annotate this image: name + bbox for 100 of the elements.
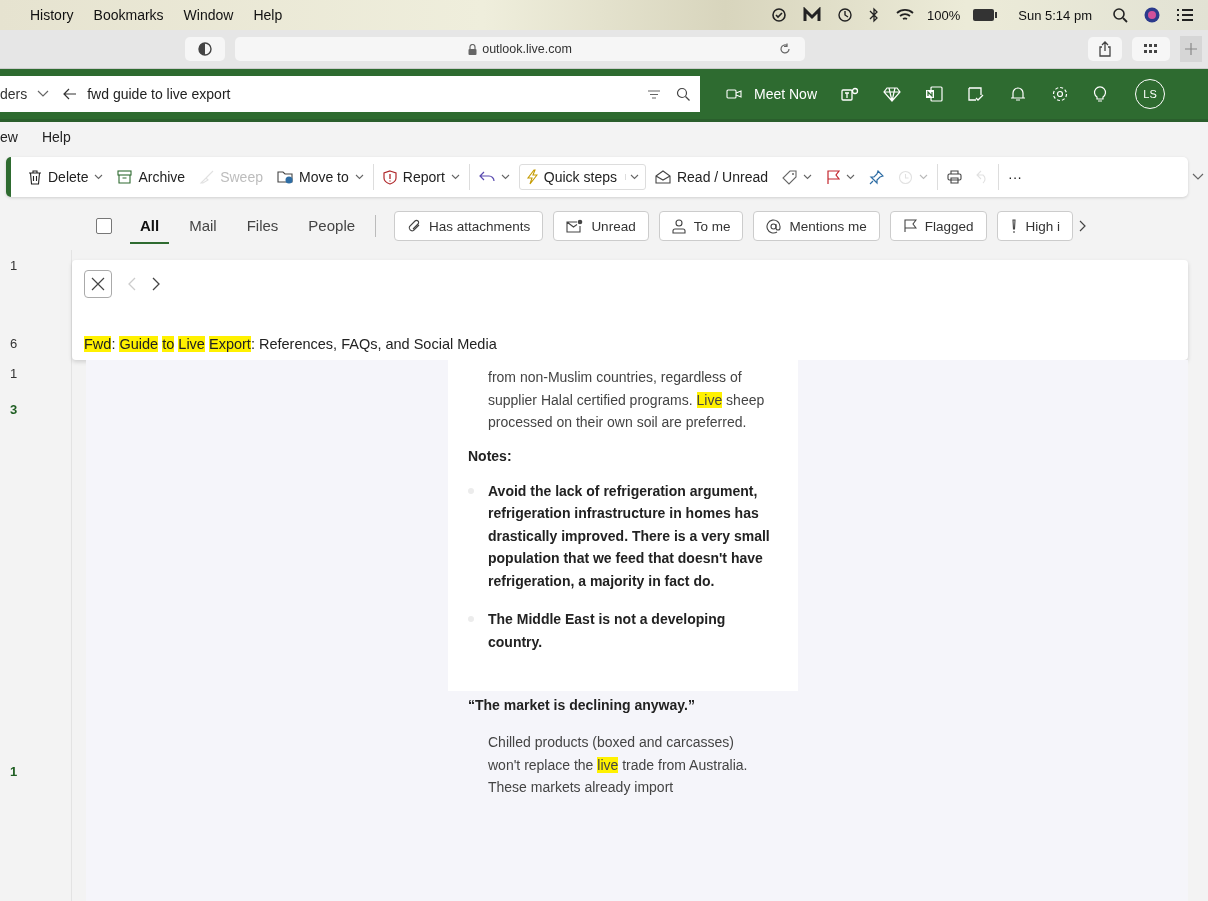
filter-tab[interactable]: Mail bbox=[179, 208, 227, 244]
ribbon-button[interactable]: Report bbox=[377, 165, 465, 189]
note-item: The Middle East is not a developing country. bbox=[488, 610, 727, 652]
at-sign-icon bbox=[766, 218, 782, 234]
url-text: outlook.live.com bbox=[482, 42, 572, 56]
share-button[interactable] bbox=[1088, 37, 1122, 61]
notes-heading: Notes: bbox=[468, 447, 513, 464]
bluetooth-icon[interactable] bbox=[869, 7, 880, 23]
body-paragraph: Chilled products (boxed and carcasses) won't replace the live trade from Australia. These markets already import bbox=[488, 733, 749, 797]
unread-count: 3 bbox=[10, 402, 19, 418]
close-button[interactable] bbox=[84, 270, 112, 298]
ribbon-button[interactable]: Quick steps bbox=[518, 164, 646, 190]
search-query: fwd guide to live export bbox=[87, 86, 231, 102]
privacy-button[interactable] bbox=[185, 37, 225, 61]
ribbon-button[interactable]: Read / Unread bbox=[649, 165, 773, 189]
filter-chip[interactable]: Unread bbox=[553, 211, 649, 241]
search-icon[interactable] bbox=[676, 87, 690, 101]
menu-item[interactable]: Help bbox=[247, 7, 289, 23]
filter-chip[interactable]: High i bbox=[996, 211, 1074, 241]
filter-tab[interactable]: Files bbox=[236, 208, 289, 244]
share-icon bbox=[1098, 41, 1112, 57]
body-paragraph: from non-Muslim countries, regardless of supplier Halal certified programs. Live sheep processed on their own soil are preferred. bbox=[488, 368, 766, 432]
m-logo-icon[interactable] bbox=[803, 7, 822, 23]
battery-percentage: 100% bbox=[927, 7, 961, 23]
pin-icon bbox=[869, 169, 884, 185]
ribbon-button[interactable]: ··· bbox=[1003, 165, 1027, 189]
lightbulb-icon[interactable] bbox=[1093, 85, 1108, 103]
ribbon-button[interactable]: Delete bbox=[23, 165, 109, 189]
filter-chip[interactable]: Has attachments bbox=[394, 211, 544, 241]
filter-chip[interactable]: Mentions me bbox=[753, 211, 880, 241]
clock[interactable]: Sun 5:14 pm bbox=[1018, 7, 1092, 23]
check-circle-icon[interactable] bbox=[771, 7, 788, 23]
onenote-icon[interactable] bbox=[925, 86, 944, 102]
wifi-icon[interactable] bbox=[895, 7, 916, 23]
list-icon[interactable] bbox=[1176, 8, 1194, 22]
clock-icon bbox=[898, 169, 913, 185]
flag-icon bbox=[826, 169, 840, 185]
menu-tab[interactable]: ew bbox=[0, 129, 18, 145]
shield-icon bbox=[382, 169, 397, 185]
undo-icon bbox=[976, 170, 989, 184]
tag-icon bbox=[782, 169, 797, 185]
chevron-down-icon[interactable] bbox=[1192, 173, 1204, 181]
chevron-right-icon[interactable] bbox=[1079, 220, 1088, 232]
bell-icon[interactable] bbox=[1009, 86, 1028, 102]
menu-tab[interactable]: Help bbox=[41, 129, 71, 145]
reply-arrow-icon bbox=[478, 171, 495, 183]
filter-chip[interactable]: Flagged bbox=[889, 211, 987, 241]
unread-count: 1 bbox=[10, 366, 19, 382]
exclamation-icon bbox=[1009, 218, 1018, 234]
filter-icon[interactable] bbox=[648, 89, 660, 99]
select-all-checkbox[interactable] bbox=[96, 218, 112, 234]
address-bar[interactable]: outlook.live.com bbox=[235, 37, 805, 61]
email-subject: Fwd: Guide to Live Export: References, FAQs, and Social Media bbox=[84, 336, 498, 352]
filter-tab[interactable]: All bbox=[130, 208, 170, 244]
menu-item[interactable]: Window bbox=[177, 7, 240, 23]
search-field[interactable]: ders fwd guide to live export bbox=[0, 76, 700, 112]
lightning-icon bbox=[525, 169, 538, 185]
tab-overview-button[interactable] bbox=[1132, 37, 1170, 61]
settings-icon[interactable] bbox=[1051, 85, 1070, 103]
teams-icon[interactable] bbox=[841, 86, 860, 102]
ribbon-button[interactable]: Move to bbox=[271, 165, 369, 189]
battery-icon[interactable] bbox=[972, 8, 999, 22]
chevron-down-icon[interactable] bbox=[37, 90, 50, 98]
half-circle-icon bbox=[198, 42, 212, 56]
note-item: Avoid the lack of refrigeration argument, refrigeration infrastructure in homes has drastically improved. There is a very small population that we feed that doesn't have refrigeration, a majority in fact do. bbox=[488, 481, 771, 591]
meet-now-button[interactable]: Meet Now bbox=[726, 86, 818, 102]
caret-icon bbox=[500, 174, 510, 180]
clock-icon[interactable] bbox=[837, 7, 854, 23]
back-arrow-icon[interactable] bbox=[63, 88, 78, 100]
printer-icon bbox=[947, 170, 962, 184]
filter-chip[interactable]: To me bbox=[658, 211, 744, 241]
caret-icon bbox=[624, 174, 639, 180]
caret-icon bbox=[354, 174, 364, 180]
siri-icon[interactable] bbox=[1144, 7, 1160, 23]
caret-icon bbox=[919, 174, 928, 180]
filter-tab[interactable]: People bbox=[298, 208, 366, 244]
folder-icon bbox=[276, 170, 293, 184]
paperclip-icon bbox=[407, 219, 422, 233]
ribbon-button[interactable]: Archive bbox=[112, 165, 191, 189]
folders-dropdown[interactable]: ders bbox=[0, 86, 28, 102]
envelope-icon bbox=[654, 170, 671, 184]
archive-box-icon bbox=[117, 170, 133, 184]
plus-icon bbox=[1185, 43, 1197, 55]
menu-item[interactable]: Bookmarks bbox=[87, 7, 170, 23]
broom-icon bbox=[199, 170, 215, 184]
unread-count: 1 bbox=[10, 764, 19, 780]
flag-icon bbox=[902, 219, 917, 233]
section-heading: “The market is declining anyway.” bbox=[468, 697, 696, 713]
note-check-icon[interactable] bbox=[967, 86, 986, 102]
caret-icon bbox=[450, 174, 460, 180]
video-camera-icon bbox=[726, 88, 742, 100]
envelope-icon bbox=[566, 219, 584, 233]
search-icon[interactable] bbox=[1112, 7, 1128, 23]
grid-icon bbox=[1144, 44, 1158, 54]
caret-icon bbox=[94, 174, 104, 180]
reload-icon[interactable] bbox=[779, 43, 791, 55]
unread-count: 6 bbox=[10, 336, 19, 352]
menu-item[interactable]: History bbox=[24, 7, 80, 23]
unread-count: 1 bbox=[10, 258, 19, 274]
diamond-icon[interactable] bbox=[883, 86, 902, 102]
